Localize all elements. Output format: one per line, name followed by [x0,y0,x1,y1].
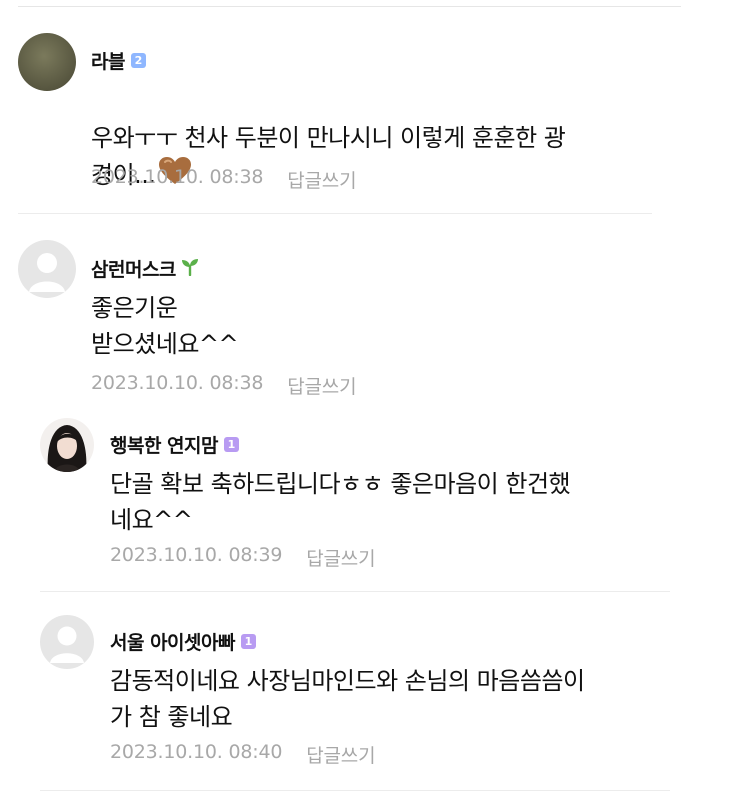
timestamp: 2023.10.10. 08:38 [91,372,264,394]
top-divider [18,6,681,7]
comment-divider [40,790,670,791]
comment-text: 감동적이네요 사장님마인드와 손님의 마음씀씀이 가 참 좋네요 [110,667,585,731]
level-badge: 1 [240,634,256,649]
timestamp: 2023.10.10. 08:39 [110,544,283,566]
author-name[interactable]: 라블 [91,47,125,74]
reply-button[interactable]: 답글쓰기 [287,372,356,399]
sprout-icon [180,258,200,280]
author-name[interactable]: 서울 아이셋아빠 [110,628,235,655]
timestamp: 2023.10.10. 08:40 [110,741,283,763]
author-name[interactable]: 행복한 연지맘 [110,431,219,458]
reply-button[interactable]: 답글쓰기 [287,166,356,193]
comment-divider [40,591,670,592]
comment-divider [18,213,652,214]
avatar[interactable] [18,240,76,298]
level-badge: 2 [130,53,146,68]
reply-button[interactable]: 답글쓰기 [306,741,375,768]
comment-text: 단골 확보 축하드립니다ㅎㅎ 좋은마음이 한건했 네요^^ [110,470,571,534]
comment-text: 좋은기운 받으셨네요^^ [91,294,239,358]
avatar[interactable] [18,33,76,91]
author-name[interactable]: 삼런머스크 [91,255,176,282]
level-badge: 1 [224,437,239,452]
timestamp: 2023.10.10. 08:38 [91,166,264,188]
reply-button[interactable]: 답글쓰기 [306,544,375,571]
avatar[interactable] [40,418,94,472]
avatar[interactable] [40,615,94,669]
